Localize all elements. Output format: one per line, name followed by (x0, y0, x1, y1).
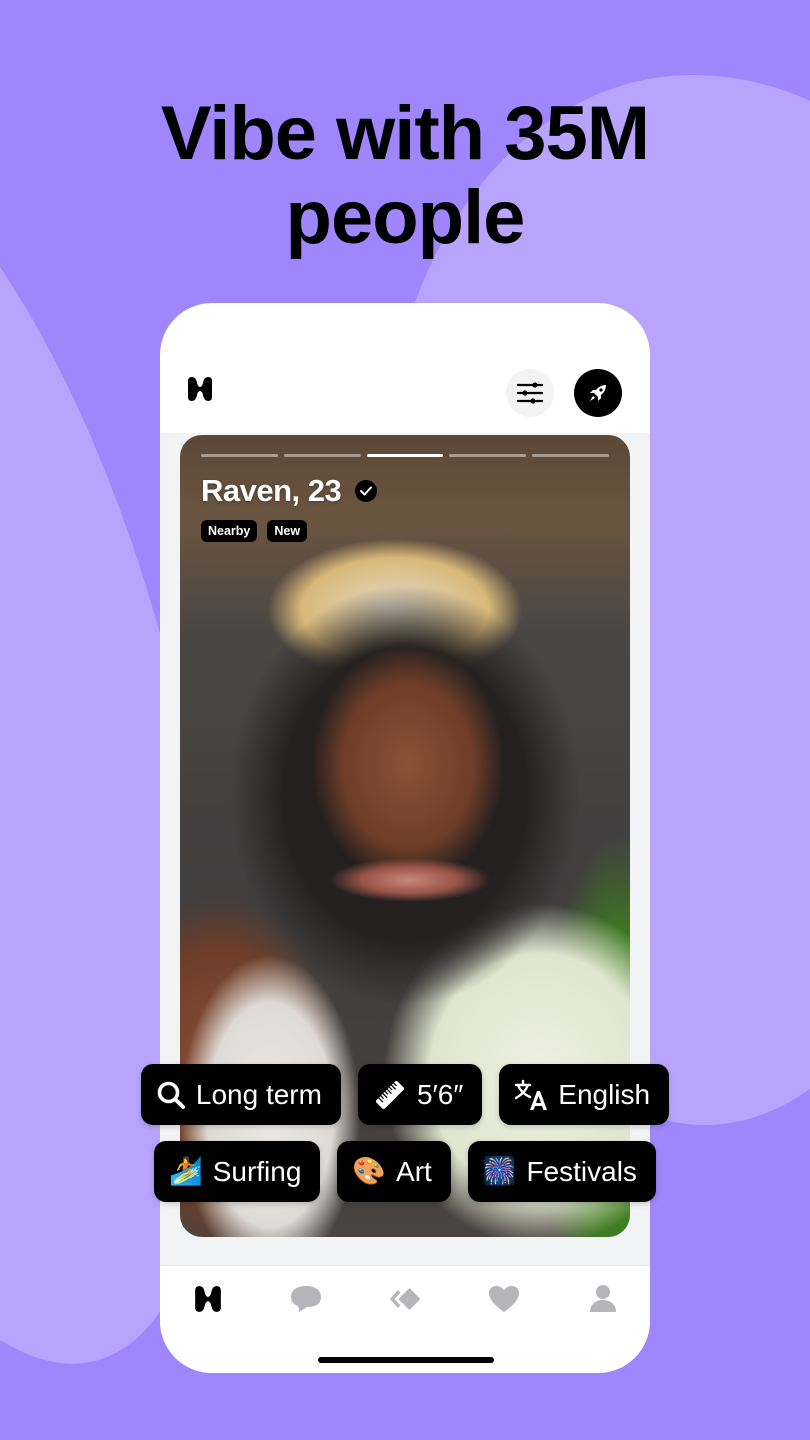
heart-icon (489, 1286, 519, 1312)
headline: Vibe with 35M people (0, 92, 810, 260)
tab-profile[interactable] (587, 1283, 619, 1315)
name-row: Raven, 23 (201, 473, 378, 509)
fireworks-icon: 🎆 (482, 1156, 517, 1186)
chip-label: Art (396, 1155, 432, 1187)
boost-button[interactable] (574, 369, 622, 417)
rocket-icon (590, 385, 606, 401)
hinge-logo-icon (195, 1286, 221, 1312)
top-bar (160, 303, 650, 433)
phone-screen: Raven, 23 Nearby New (160, 303, 650, 1373)
badge-new: New (267, 520, 308, 542)
badge-nearby: Nearby (201, 520, 258, 542)
tab-discover[interactable] (192, 1283, 224, 1315)
palette-icon: 🎨 (352, 1156, 387, 1186)
tab-likes[interactable] (488, 1283, 520, 1315)
sliders-icon (517, 382, 543, 404)
chip-label: Surfing (212, 1155, 302, 1187)
person-icon (590, 1285, 616, 1312)
profile-name-age: Raven, 23 (201, 473, 342, 508)
diamond-chevron-icon (389, 1288, 421, 1310)
chip-height: 5′6″ (357, 1064, 483, 1125)
chip-label: English (558, 1078, 651, 1110)
chips-row-2: 🏄 Surfing 🎨 Art 🎆 Festivals (0, 1141, 810, 1202)
chip-interest-surfing: 🏄 Surfing (154, 1141, 321, 1202)
tab-chats[interactable] (290, 1283, 322, 1315)
checkmark-icon (355, 480, 378, 502)
photo-progress-segment (366, 454, 444, 457)
chip-interest-festivals: 🎆 Festivals (467, 1141, 656, 1202)
chip-interest-art: 🎨 Art (337, 1141, 451, 1202)
surfer-icon: 🏄 (169, 1156, 203, 1186)
photo-progress-segment (449, 454, 527, 457)
photo-progress-segment (283, 454, 361, 457)
photo-progress-segment (201, 454, 278, 457)
home-indicator (318, 1357, 494, 1363)
photo-progress (201, 454, 609, 457)
photo-progress-segment (532, 454, 609, 457)
headline-line-1: Vibe with 35M (160, 91, 650, 176)
chip-label: 5′6″ (416, 1078, 464, 1110)
chip-language: English (499, 1064, 670, 1125)
ruler-icon (373, 1078, 407, 1112)
headline-line-2: people (285, 175, 526, 260)
filter-button[interactable] (506, 369, 554, 417)
tab-standouts[interactable] (389, 1283, 421, 1315)
hinge-logo-icon (186, 377, 214, 401)
chip-label: Festivals (526, 1155, 637, 1187)
chip-label: Long term (195, 1078, 322, 1110)
chips-row-1: Long term 5′6″ English (0, 1064, 810, 1125)
search-icon (156, 1080, 186, 1110)
chip-relationship-goal: Long term (140, 1064, 341, 1125)
profile-badges: Nearby New (201, 520, 308, 542)
translate-icon (514, 1079, 548, 1111)
chat-bubble-icon (291, 1286, 321, 1312)
